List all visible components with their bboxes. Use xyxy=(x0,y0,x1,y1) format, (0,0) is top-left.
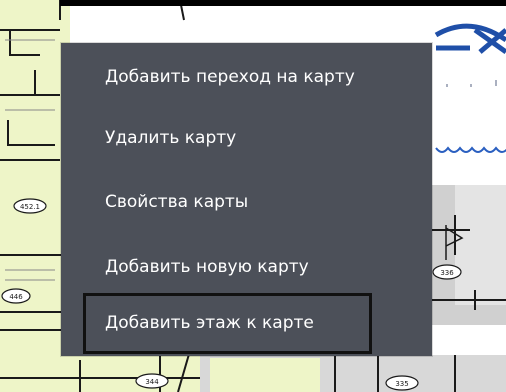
menu-item-map-properties[interactable]: Свойства карты xyxy=(61,173,432,231)
menu-item-add-map-link[interactable]: Добавить переход на карту xyxy=(61,48,432,106)
room-label: 446 xyxy=(9,293,23,301)
menu-item-add-new-map[interactable]: Добавить новую карту xyxy=(61,238,432,296)
context-menu: Добавить переход на карту Удалить карту … xyxy=(61,43,432,356)
menu-item-add-floor-to-map[interactable]: Добавить этаж к карте xyxy=(83,293,372,354)
room-label: 344 xyxy=(145,378,159,386)
map-canvas[interactable]: 452.1 446 344 336 335 Добавить переход н… xyxy=(0,0,506,392)
room-label: 335 xyxy=(395,380,408,388)
room-label: 336 xyxy=(440,269,454,277)
header-text-fragment xyxy=(60,0,506,6)
menu-item-delete-map[interactable]: Удалить карту xyxy=(61,109,432,167)
room-label: 452.1 xyxy=(20,203,40,211)
